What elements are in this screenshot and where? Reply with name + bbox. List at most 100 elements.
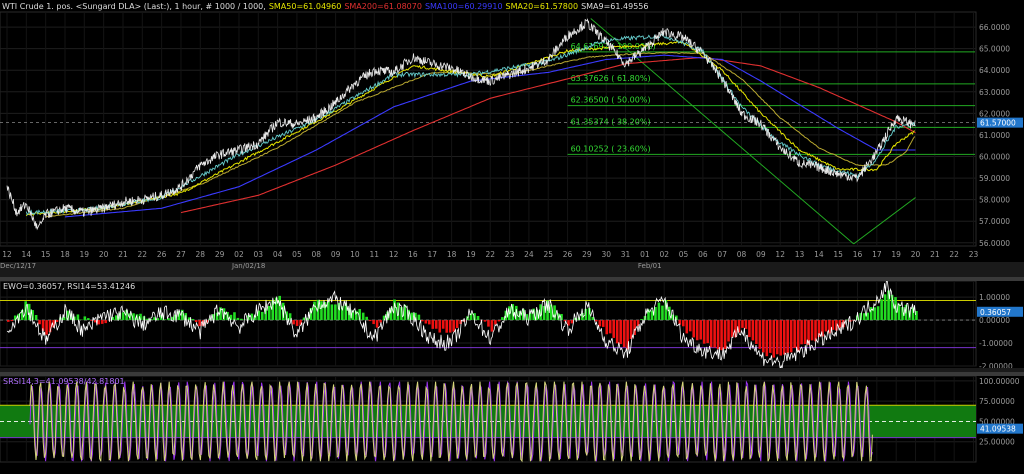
x-tick-label: 13: [795, 250, 805, 259]
ewo-bar: [811, 320, 814, 340]
y-tick-label: 1.00000: [979, 293, 1010, 302]
ewo-bar: [619, 320, 622, 344]
ewo-bar: [706, 320, 709, 343]
ewo-bar: [793, 320, 796, 348]
ewo-bar: [612, 320, 615, 338]
ewo-bar: [699, 320, 702, 339]
ewo-bar: [616, 320, 619, 343]
x-tick-label: 03: [254, 250, 264, 259]
x-tick-label: 29: [215, 250, 225, 259]
ewo-bar: [421, 320, 424, 321]
ewo-bar: [431, 320, 434, 329]
ewo-bar: [292, 320, 295, 324]
indicator-label: SMA200=61.08070: [344, 2, 422, 11]
ewo-bar: [731, 320, 734, 337]
x-tick-label: 02: [659, 250, 669, 259]
x-tick-label: 14: [814, 250, 824, 259]
ewo-bar: [425, 320, 428, 323]
x-tick-label: 16: [853, 250, 863, 259]
ewo-bar: [884, 294, 887, 320]
ewo-bar: [863, 313, 866, 320]
srsi-title: SRSI14,3=41.09538/42.81801: [3, 377, 125, 386]
y-tick-label: 61.0000: [979, 131, 1010, 140]
ewo-bar: [428, 320, 431, 324]
ewo-bar: [720, 320, 723, 350]
ewo-bar: [122, 312, 125, 320]
ewo-bar: [365, 317, 368, 320]
x-date-label: Jan/02/18: [231, 262, 265, 270]
x-date-label: Feb/01: [638, 262, 662, 270]
x-tick-label: 26: [157, 250, 167, 259]
ewo-bar: [602, 320, 605, 327]
ewo-bar: [724, 320, 727, 349]
ewo-bar: [682, 320, 685, 326]
x-tick-label: 17: [427, 250, 437, 259]
y-tick-label: 25.00000: [979, 438, 1015, 447]
x-tick-label: 20: [99, 250, 109, 259]
x-tick-label: 01: [640, 250, 650, 259]
ewo-bar: [825, 320, 828, 331]
ewo-bar: [484, 320, 487, 322]
ewo-bar: [35, 315, 38, 320]
ewo-bar: [376, 320, 379, 328]
ewo-bar: [261, 312, 264, 320]
ewo-bar: [710, 320, 713, 347]
x-tick-label: 09: [331, 250, 341, 259]
ewo-bar: [487, 320, 490, 327]
ewo-bar: [14, 316, 17, 321]
x-tick-label: 21: [118, 250, 128, 259]
x-tick-label: 08: [312, 250, 322, 259]
ewo-bar: [362, 313, 365, 320]
ewo-bar: [741, 320, 744, 328]
indicator-label: SMA50=61.04960: [269, 2, 342, 11]
ewo-bar: [369, 320, 372, 321]
ewo-bar: [445, 320, 448, 333]
x-tick-label: 17: [872, 250, 882, 259]
ewo-bar: [233, 312, 236, 320]
ewo-bar: [766, 320, 769, 356]
x-tick-label: 14: [22, 250, 32, 259]
y-tick-label: 0.00000: [979, 316, 1010, 325]
y-tick-label: 63.0000: [979, 88, 1010, 97]
ewo-bar: [494, 320, 497, 324]
ewo-bar: [101, 320, 104, 324]
ewo-bar: [435, 320, 438, 329]
ewo-bar: [278, 296, 281, 320]
ewo-bar: [45, 320, 48, 335]
ewo-bar: [456, 320, 459, 328]
x-tick-label: 10: [350, 250, 360, 259]
ewo-bar: [491, 320, 494, 332]
ewo-bar: [790, 320, 793, 352]
ewo-bar: [331, 304, 334, 320]
x-tick-label: 12: [775, 250, 785, 259]
y-tick-label: 60.0000: [979, 152, 1010, 161]
y-tick-label: 57.0000: [979, 217, 1010, 226]
ewo-bar: [873, 307, 876, 320]
chart-canvas[interactable]: WTI Crude 1. pos. <Sungard DLA> (Last:),…: [0, 0, 1024, 470]
ewo-bar: [696, 320, 699, 340]
ewo-bar: [553, 305, 556, 320]
y-tick-label: 56.0000: [979, 239, 1010, 248]
y-tick-label: 58.0000: [979, 196, 1010, 205]
x-tick-label: 22: [949, 250, 959, 259]
x-tick-label: 22: [485, 250, 495, 259]
indicator-label: SMA9=61.49556: [581, 2, 648, 11]
x-tick-label: 05: [679, 250, 689, 259]
ewo-bar: [605, 320, 608, 334]
x-tick-label: 27: [176, 250, 186, 259]
x-tick-label: 12: [389, 250, 399, 259]
ewo-bar: [452, 320, 455, 332]
ewo-bar: [198, 320, 201, 326]
ewo-bar: [800, 320, 803, 344]
fib-level-label: 62.36500 ( 50.00%): [571, 96, 651, 105]
ewo-bar: [769, 320, 772, 353]
ewo-bar: [786, 320, 789, 353]
ewo-bar: [477, 316, 480, 320]
x-tick-label: 16: [408, 250, 418, 259]
ewo-bar: [334, 304, 337, 320]
chart-window: WTI Crude 1. pos. <Sungard DLA> (Last:),…: [0, 0, 1024, 470]
x-tick-label: 26: [563, 250, 573, 259]
ewo-bar: [783, 320, 786, 355]
ewo-bar: [595, 320, 598, 321]
ewo-bar: [759, 320, 762, 349]
